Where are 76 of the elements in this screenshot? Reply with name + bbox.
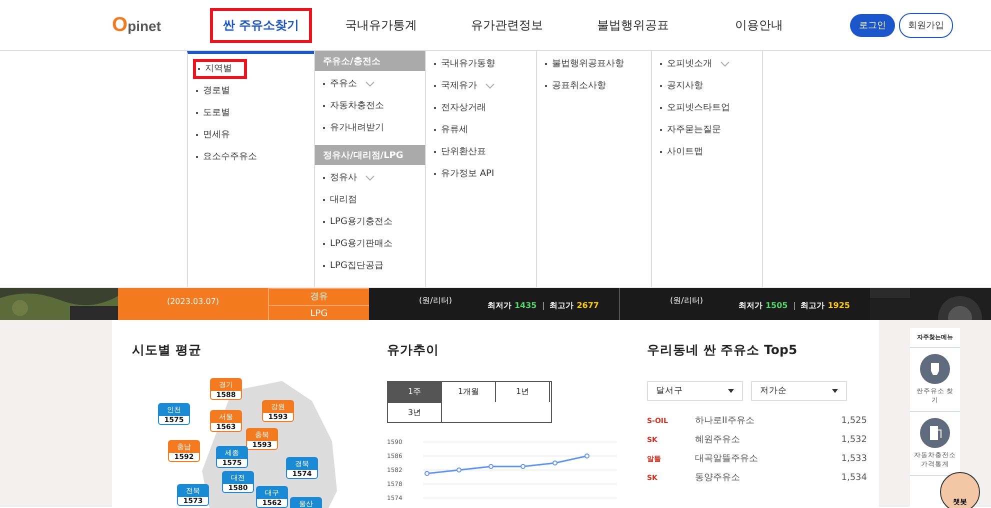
menu-item[interactable]: 주유소 (323, 77, 425, 99)
menu-item[interactable]: LPG용기충전소 (323, 215, 425, 237)
menu-item[interactable]: 국내유가동향 (434, 57, 536, 79)
station-name[interactable]: 혜원주유소 (695, 433, 842, 446)
menu-item[interactable]: LPG집단공급 (323, 259, 425, 281)
unit-text: (원/리터) (419, 295, 452, 307)
signup-button[interactable]: 회원가입 (899, 12, 953, 38)
data-point (520, 464, 526, 469)
station-price: 1,533 (841, 454, 867, 464)
nav-tab[interactable]: 국내유가통계 (324, 8, 438, 42)
menu-item[interactable]: 공표취소사항 (545, 79, 651, 101)
station-price: 1,525 (841, 416, 867, 426)
menu-item[interactable]: 정유사 (323, 171, 425, 193)
data-point (584, 454, 590, 458)
menu-item[interactable]: 유류세 (434, 123, 536, 145)
menu-item[interactable]: 오피넷스타트업 (660, 101, 762, 123)
date-text: (2023.03.07) (166, 297, 220, 306)
menu-item[interactable]: 경로별 (196, 84, 314, 106)
unit-text: (원/리터) (670, 295, 703, 307)
nav-tab[interactable]: 이용안내 (702, 8, 816, 42)
menu-item[interactable]: 유가정보 API (434, 167, 536, 189)
low-price-label: 최저가 (487, 300, 512, 311)
station-name[interactable]: 하나로II주유소 (695, 414, 842, 427)
station-price: 1,532 (841, 434, 867, 444)
sort-select[interactable]: 저가순 (751, 381, 847, 401)
nav-tab[interactable]: 싼 주유소찾기 (210, 8, 312, 42)
menu-item[interactable]: 자동차충전소 (323, 99, 425, 121)
low-price-value: 1505 (765, 301, 788, 310)
nav-tab[interactable]: 유가관련정보 (450, 8, 564, 42)
period-tab[interactable]: 1주 (388, 382, 442, 402)
station-name[interactable]: 대곡알뜰주유소 (695, 452, 842, 465)
nav-tab[interactable]: 불법행위공표 (576, 8, 690, 42)
chevron-down-icon (720, 61, 730, 67)
menu-item[interactable]: 공지사항 (660, 79, 762, 101)
fuel-pump-icon (920, 418, 950, 448)
section-title: 시도별 평균 (132, 342, 202, 359)
data-point (456, 468, 462, 472)
menu-item[interactable]: 사이트맵 (660, 145, 762, 167)
menu-item[interactable]: 요소수주유소 (196, 150, 314, 172)
low-price-label: 최저가 (738, 300, 762, 311)
menu-item[interactable]: 자주묻는질문 (660, 123, 762, 145)
menu-item[interactable]: 유가내려받기 (323, 121, 425, 143)
high-price-value: 1925 (828, 301, 850, 310)
menu-item[interactable]: 지역별 (196, 62, 244, 76)
high-price-label: 최고가 (800, 300, 825, 311)
low-price-value: 1435 (514, 301, 537, 310)
high-price-label: 최고가 (550, 300, 574, 311)
period-tab[interactable]: 3년 (388, 402, 442, 422)
chevron-down-icon (485, 83, 495, 89)
data-point (552, 460, 558, 466)
high-price-value: 2677 (576, 301, 599, 310)
menu-item[interactable]: LPG용기판매소 (323, 237, 425, 259)
login-button[interactable]: 로그인 (850, 14, 895, 36)
menu-item[interactable]: 오피넷소개 (660, 57, 762, 79)
data-point (424, 471, 430, 476)
menu-item[interactable]: 면세유 (196, 128, 314, 150)
lightbulb-icon (920, 354, 950, 384)
menu-item[interactable]: 전자상거래 (434, 101, 536, 123)
opinet-logo[interactable]: Opinet (112, 14, 210, 36)
menu-item[interactable]: 불법행위공표사항 (545, 57, 651, 79)
menu-item[interactable]: 단위환산표 (434, 145, 536, 167)
section-title: 유가추이 (387, 342, 440, 359)
menu-section-header: 정유사/대리점/LPG (315, 145, 425, 165)
station-price: 1,534 (841, 472, 867, 482)
section-title: 우리동네 싼 주유소 Top5 (647, 342, 798, 359)
menu-item[interactable]: 대리점 (323, 193, 425, 215)
chevron-down-icon (365, 175, 375, 181)
period-tab[interactable]: 1개월 (442, 382, 496, 402)
period-tab[interactable]: 1년 (496, 382, 550, 402)
data-point (488, 464, 494, 469)
chevron-down-icon (365, 81, 375, 87)
station-name[interactable]: 동양주유소 (695, 471, 842, 484)
menu-item[interactable]: 국제유가 (434, 79, 536, 101)
menu-item[interactable]: 도로별 (196, 106, 314, 128)
district-select[interactable]: 달서구 (647, 381, 743, 401)
menu-section-header: 주유소/충전소 (315, 51, 425, 71)
